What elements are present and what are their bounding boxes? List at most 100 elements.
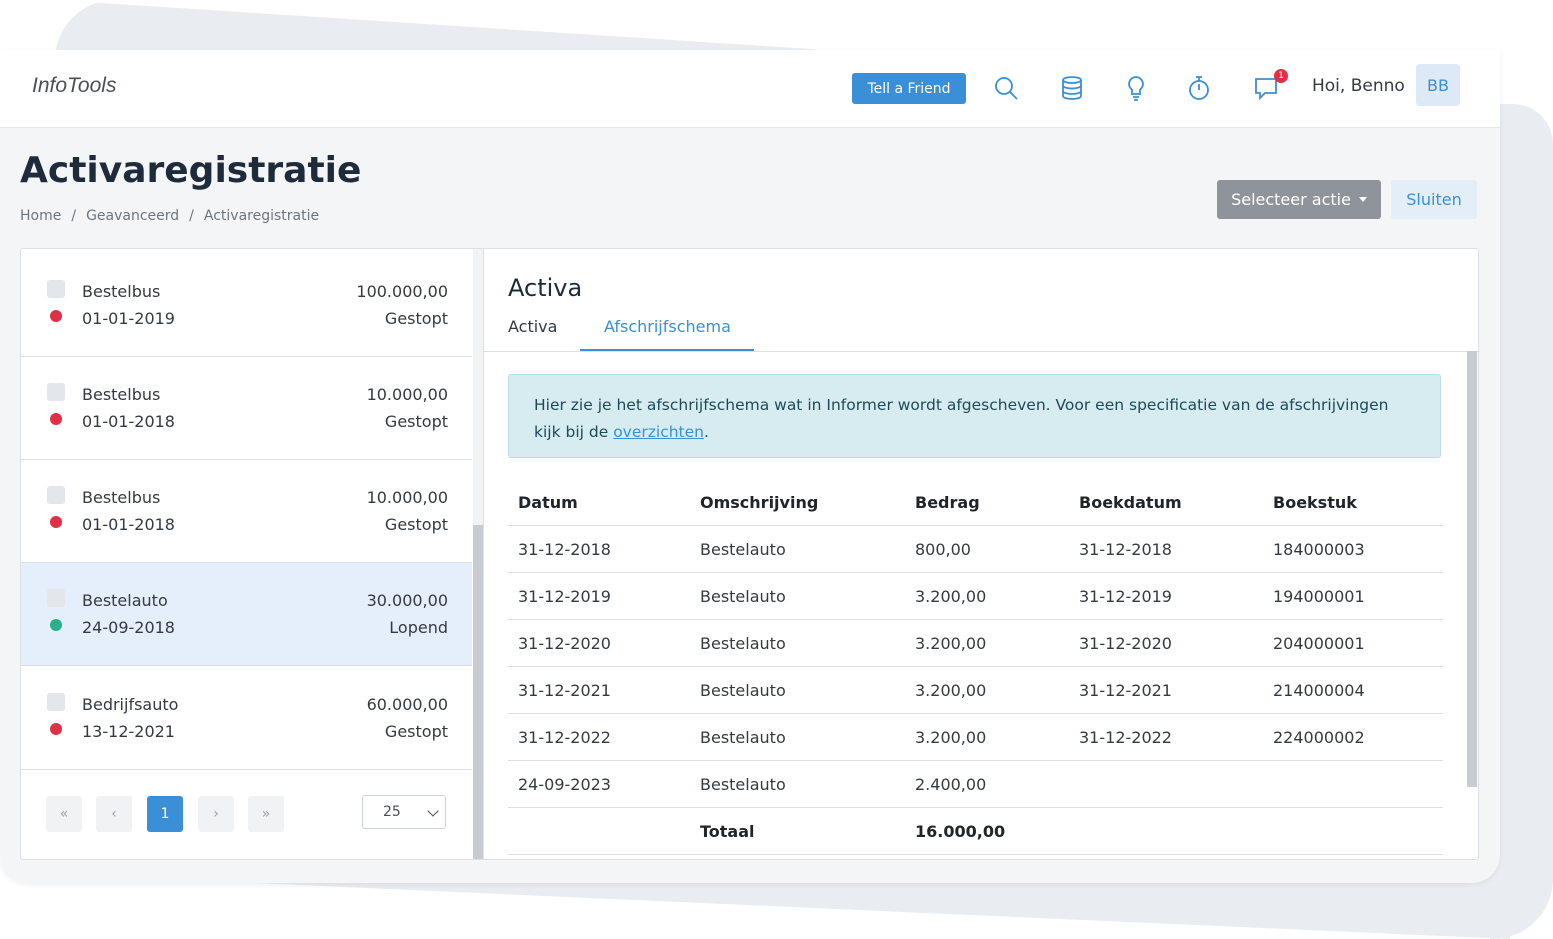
item-name: Bestelbus (82, 385, 161, 404)
top-navbar: InfoTools Tell a Friend 1 Hoi, Benno BB (0, 50, 1500, 128)
pager-last-button[interactable]: » (248, 796, 284, 832)
cell-omschrijving: Bestelauto (690, 713, 905, 761)
breadcrumb-home[interactable]: Home (20, 208, 61, 224)
item-amount: 10.000,00 (366, 385, 448, 404)
select-action-label: Selecteer actie (1231, 190, 1351, 209)
cell-boekdatum: 31-12-2018 (1069, 525, 1263, 573)
table-row: 31-12-2022 Bestelauto 3.200,00 31-12-202… (508, 713, 1443, 761)
list-item[interactable]: Bestelbus 01-01-2018 10.000,00 Gestopt (21, 460, 472, 563)
close-button[interactable]: Sluiten (1391, 180, 1477, 219)
column-header-boekdatum: Boekdatum (1069, 479, 1263, 526)
stopwatch-icon[interactable] (1183, 72, 1215, 104)
cell-datum: 31-12-2022 (508, 713, 690, 761)
item-name: Bestelauto (82, 591, 168, 610)
cell-bedrag: 3.200,00 (905, 619, 1069, 667)
total-value: 16.000,00 (905, 807, 1069, 855)
item-checkbox[interactable] (47, 383, 65, 401)
cell-empty (1263, 807, 1443, 855)
overzichten-link[interactable]: overzichten (613, 423, 704, 441)
status-dot (50, 516, 62, 528)
cell-omschrijving: Bestelauto (690, 760, 905, 808)
item-checkbox[interactable] (47, 486, 65, 504)
tell-a-friend-button[interactable]: Tell a Friend (852, 73, 966, 104)
cell-boekdatum (1069, 760, 1263, 808)
depreciation-table: Datum Omschrijving Bedrag Boekdatum Boek… (508, 479, 1443, 855)
select-action-dropdown[interactable]: Selecteer actie (1217, 180, 1381, 219)
list-item[interactable]: Bestelbus 01-01-2019 100.000,00 Gestopt (21, 254, 472, 357)
list-scrollbar-thumb[interactable] (473, 525, 483, 859)
cell-boekdatum: 31-12-2019 (1069, 572, 1263, 620)
detail-scrollbar-thumb[interactable] (1467, 351, 1477, 787)
item-amount: 10.000,00 (366, 488, 448, 507)
asset-detail-panel: Activa Activa Afschrijfschema Hier zie j… (484, 249, 1478, 859)
page-size-value: 25 (383, 804, 401, 820)
item-amount: 60.000,00 (366, 695, 448, 714)
cell-empty (508, 807, 690, 855)
breadcrumb-current: Activaregistratie (203, 208, 320, 224)
pager-first-button[interactable]: « (46, 796, 82, 832)
item-name: Bestelbus (82, 282, 161, 301)
cell-omschrijving: Bestelauto (690, 619, 905, 667)
cell-bedrag: 2.400,00 (905, 760, 1069, 808)
cell-boekstuk: 224000002 (1263, 713, 1443, 761)
chevron-down-icon (427, 805, 439, 817)
column-header-bedrag: Bedrag (905, 479, 1069, 526)
list-item[interactable]: Bedrijfsauto 13-12-2021 60.000,00 Gestop… (21, 667, 472, 770)
app-logo[interactable]: InfoTools (32, 74, 116, 98)
table-row: 24-09-2023 Bestelauto 2.400,00 (508, 760, 1443, 808)
pager-next-button[interactable]: › (198, 796, 234, 832)
table-row: 31-12-2021 Bestelauto 3.200,00 31-12-202… (508, 666, 1443, 714)
lightbulb-icon[interactable] (1120, 72, 1152, 104)
search-icon[interactable] (990, 72, 1022, 104)
item-checkbox[interactable] (47, 589, 65, 607)
user-avatar[interactable]: BB (1416, 64, 1460, 106)
item-date: 24-09-2018 (82, 618, 175, 637)
item-status: Gestopt (384, 722, 448, 741)
cell-boekdatum: 31-12-2021 (1069, 666, 1263, 714)
item-status: Lopend (389, 618, 448, 637)
detail-title: Activa (508, 274, 583, 302)
database-icon[interactable] (1056, 72, 1088, 104)
cell-datum: 24-09-2023 (508, 760, 690, 808)
caret-down-icon (1358, 197, 1367, 202)
table-row: 31-12-2020 Bestelauto 3.200,00 31-12-202… (508, 619, 1443, 667)
cell-boekstuk: 214000004 (1263, 666, 1443, 714)
app-window: InfoTools Tell a Friend 1 Hoi, Benno BB … (0, 50, 1500, 883)
item-amount: 100.000,00 (356, 282, 448, 301)
cell-boekstuk: 184000003 (1263, 525, 1443, 573)
cell-boekstuk: 204000001 (1263, 619, 1443, 667)
cell-bedrag: 3.200,00 (905, 572, 1069, 620)
item-status: Gestopt (384, 309, 448, 328)
breadcrumb-geavanceerd[interactable]: Geavanceerd (86, 208, 179, 224)
cell-datum: 31-12-2019 (508, 572, 690, 620)
pager-page-1[interactable]: 1 (147, 796, 183, 832)
breadcrumb: Home / Geavanceerd / Activaregistratie (20, 208, 319, 224)
page-size-select[interactable]: 25 (362, 795, 446, 829)
breadcrumb-separator: / (189, 208, 194, 224)
column-header-datum: Datum (508, 479, 690, 526)
table-row: 31-12-2019 Bestelauto 3.200,00 31-12-201… (508, 572, 1443, 620)
pager-prev-button[interactable]: ‹ (96, 796, 132, 832)
cell-boekstuk (1263, 760, 1443, 808)
cell-omschrijving: Bestelauto (690, 572, 905, 620)
tab-afschrijfschema[interactable]: Afschrijfschema (604, 317, 731, 336)
column-header-omschrijving: Omschrijving (690, 479, 905, 526)
item-checkbox[interactable] (47, 280, 65, 298)
item-date: 01-01-2018 (82, 515, 175, 534)
cell-boekstuk: 194000001 (1263, 572, 1443, 620)
asset-list-panel: Bestelbus 01-01-2019 100.000,00 Gestopt … (21, 249, 484, 859)
total-label: Totaal (690, 807, 905, 855)
list-item[interactable]: Bestelbus 01-01-2018 10.000,00 Gestopt (21, 357, 472, 460)
list-item-selected[interactable]: Bestelauto 24-09-2018 30.000,00 Lopend (21, 563, 472, 666)
user-greeting: Hoi, Benno (1312, 76, 1405, 96)
item-checkbox[interactable] (47, 693, 65, 711)
item-name: Bestelbus (82, 488, 161, 507)
table-row: 31-12-2018 Bestelauto 800,00 31-12-2018 … (508, 525, 1443, 573)
tab-activa[interactable]: Activa (508, 317, 557, 336)
breadcrumb-separator: / (71, 208, 77, 224)
item-amount: 30.000,00 (366, 591, 448, 610)
main-card: Bestelbus 01-01-2019 100.000,00 Gestopt … (20, 248, 1479, 860)
cell-bedrag: 3.200,00 (905, 713, 1069, 761)
cell-bedrag: 800,00 (905, 525, 1069, 573)
cell-bedrag: 3.200,00 (905, 666, 1069, 714)
